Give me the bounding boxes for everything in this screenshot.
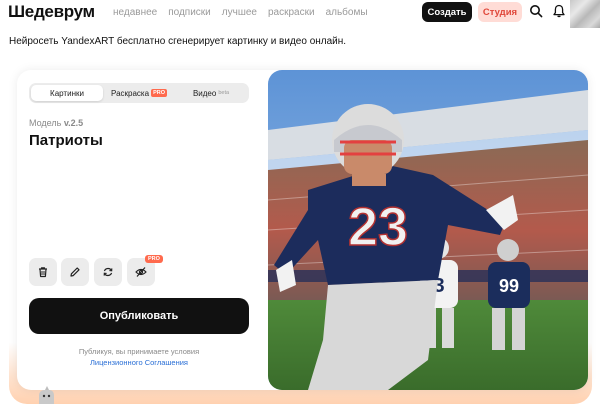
mascot-icon [39,386,54,404]
search-icon[interactable] [529,4,543,18]
main-nav: недавнее подписки лучшее раскраски альбо… [113,7,379,18]
create-button[interactable]: Создать [422,2,472,22]
generated-image[interactable]: 3 99 23 [268,70,588,390]
nav-recent[interactable]: недавнее [113,7,157,18]
pro-badge: PRO [151,89,167,97]
tab-images[interactable]: Картинки [31,85,103,101]
tab-video[interactable]: Видео beta [175,85,247,101]
license-link[interactable]: Лицензионного Соглашения [29,357,249,368]
tab-images-label: Картинки [50,88,84,98]
terms-text: Публикуя, вы принимаете условия [78,347,200,356]
model-prefix: Модель [29,118,62,128]
edit-button[interactable] [61,258,89,286]
trash-icon [39,267,47,278]
delete-button[interactable] [29,258,57,286]
model-version[interactable]: Модель v.2.5 [29,118,83,128]
football-player-image: 3 99 23 [268,70,588,390]
top-bar: Шедеврум недавнее подписки лучшее раскра… [0,0,600,28]
bell-icon[interactable] [552,4,566,18]
tool-pro-badge: PRO [145,255,163,263]
tab-coloring[interactable]: Раскраска PRO [103,85,175,101]
avatar[interactable] [570,0,600,28]
tagline: Нейросеть YandexART бесплатно сгенерируе… [9,36,347,47]
regenerate-button[interactable] [94,258,122,286]
logo[interactable]: Шедеврум [8,2,95,22]
nav-best[interactable]: лучшее [222,7,257,18]
pencil-icon [70,267,80,277]
publish-button[interactable]: Опубликовать [29,298,249,334]
mode-tabs: Картинки Раскраска PRO Видео beta [29,83,249,103]
prompt-text[interactable]: Патриоты [29,132,103,149]
beta-badge: beta [218,90,230,96]
nav-coloring[interactable]: раскраски [268,7,315,18]
eye-off-icon [135,267,147,277]
refresh-icon [103,267,113,277]
model-version-value: v.2.5 [63,118,84,128]
jersey-number: 23 [348,197,408,257]
tab-coloring-label: Раскраска [111,88,150,98]
tab-video-label: Видео [192,88,217,98]
svg-text:99: 99 [499,276,519,296]
studio-button[interactable]: Студия [478,2,522,22]
nav-subscriptions[interactable]: подписки [168,7,211,18]
nav-albums[interactable]: альбомы [326,7,368,18]
terms-notice: Публикуя, вы принимаете условия Лицензио… [29,346,249,368]
